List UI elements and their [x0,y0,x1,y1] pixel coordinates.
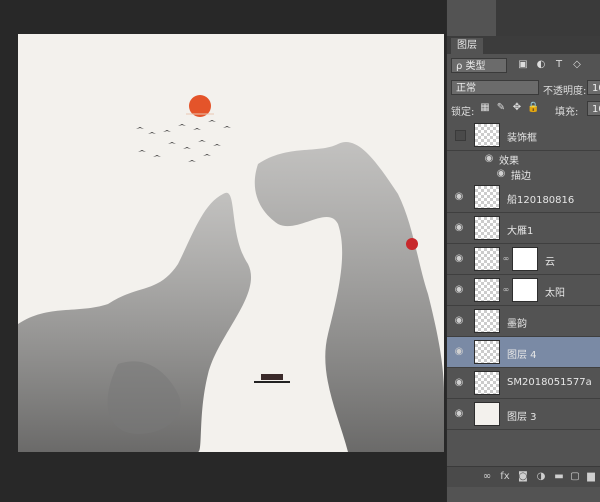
tab-layers[interactable]: 图层 [451,38,483,54]
ink-mountain-right [254,142,444,452]
layer-thumbnail [474,340,500,364]
layer-row[interactable]: ◉ 大雁1 [447,213,600,244]
opacity-label: 不透明度: [543,86,587,97]
layer-name: SM2018051577a [507,377,592,388]
lock-transparency-icon[interactable]: ▦ [479,102,491,114]
layer-thumbnail [474,247,500,271]
visibility-toggle[interactable] [455,130,466,141]
effects-row[interactable]: ◉ 效果 [447,151,600,167]
lock-label: 锁定: [451,107,475,118]
layer-thumbnail [474,123,500,147]
lock-position-icon[interactable]: ✥ [511,102,523,114]
layer-thumbnail [474,309,500,333]
new-layer-icon[interactable]: ▢ [569,471,581,483]
eye-icon[interactable]: ◉ [453,408,465,420]
layers-panel: 图层 ρ 类型 ▣ ◐ T ◇ 正常 不透明度: 100 锁定: ▦ ✎ ✥ 🔒… [446,0,600,502]
lock-all-icon[interactable]: 🔒 [527,102,539,114]
layer-name: 船120180816 [507,195,575,206]
layer-thumbnail [474,278,500,302]
eye-icon[interactable]: ◉ [483,153,495,165]
type-filter-icon[interactable]: T [553,59,565,71]
link-icon[interactable]: ∞ [502,285,510,295]
layer-filter-row: ρ 类型 ▣ ◐ T ◇ [447,56,600,76]
eye-icon[interactable]: ◉ [453,346,465,358]
lock-row: 锁定: ▦ ✎ ✥ 🔒 填充: 100 [447,100,600,118]
fill-label: 填充: [555,107,579,118]
layer-thumbnail [474,185,500,209]
layer-name: 图层 3 [507,412,537,423]
image-filter-icon[interactable]: ▣ [517,59,529,71]
add-mask-icon[interactable]: ◙ [517,471,529,483]
eye-icon[interactable]: ◉ [495,168,507,180]
eye-icon[interactable]: ◉ [453,377,465,389]
panel-tab-bar: 图层 [447,36,600,54]
layer-thumbnail [474,371,500,395]
filter-kind-select[interactable]: ρ 类型 [451,58,507,73]
layer-name: 大雁1 [507,226,534,237]
new-group-icon[interactable]: ▬ [553,471,565,483]
layer-row[interactable]: ◉ ∞ 云 [447,244,600,275]
layer-thumbnail [474,216,500,240]
eye-icon[interactable]: ◉ [453,222,465,234]
birds [136,120,231,162]
layer-list: 装饰框 ◉ 效果 ◉ 描边 ◉ 船120180816 ◉ 大雁1 ◉ ∞ 云 ◉… [447,120,600,465]
layer-row[interactable]: ◉ 图层 3 [447,399,600,430]
effect-name: 描边 [511,171,531,182]
layer-mask-thumbnail[interactable] [512,247,538,271]
document-canvas-area[interactable] [0,0,446,502]
adjustment-layer-icon[interactable]: ◑ [535,471,547,483]
blend-mode-select[interactable]: 正常 [451,80,539,95]
fill-input[interactable]: 100 [587,101,600,116]
layer-mask-thumbnail[interactable] [512,278,538,302]
top-right-dark [496,0,600,36]
delete-layer-icon[interactable]: ▆ [585,471,597,483]
layer-row[interactable]: ◉ SM2018051577a [447,368,600,399]
effects-label: 效果 [499,156,519,167]
layer-name: 墨韵 [507,319,527,330]
eye-icon[interactable]: ◉ [453,284,465,296]
layer-name: 云 [545,257,555,268]
layer-name: 太阳 [545,288,565,299]
effect-stroke-row[interactable]: ◉ 描边 [447,166,600,182]
shape-filter-icon[interactable]: ◇ [571,59,583,71]
adjust-filter-icon[interactable]: ◐ [535,59,547,71]
boat [261,374,283,380]
layer-thumbnail [474,402,500,426]
lock-paint-icon[interactable]: ✎ [495,102,507,114]
eye-icon[interactable]: ◉ [453,191,465,203]
layer-row[interactable]: ◉ 船120180816 [447,182,600,213]
layer-name: 图层 4 [507,350,537,361]
link-layers-icon[interactable]: ∞ [481,471,493,483]
layer-name: 装饰框 [507,133,537,144]
eye-icon[interactable]: ◉ [453,315,465,327]
eye-icon[interactable]: ◉ [453,253,465,265]
fx-icon[interactable]: fx [499,471,511,483]
layer-row-selected[interactable]: ◉ 图层 4 [447,337,600,368]
layer-row[interactable]: 装饰框 [447,120,600,151]
layer-row[interactable]: ◉ ∞ 太阳 [447,275,600,306]
ink-painting [18,95,444,452]
opacity-input[interactable]: 100 [587,80,600,95]
layers-panel-footer: ∞ fx ◙ ◑ ▬ ▢ ▆ [447,466,600,487]
layer-row[interactable]: ◉ 墨韵 [447,306,600,337]
blend-row: 正常 不透明度: 100 [447,78,600,98]
artwork-canvas[interactable] [18,34,444,452]
seal-stamp [406,238,418,250]
link-icon[interactable]: ∞ [502,254,510,264]
